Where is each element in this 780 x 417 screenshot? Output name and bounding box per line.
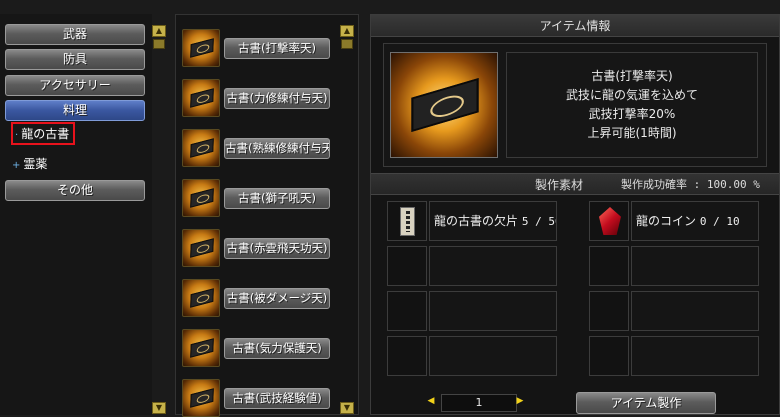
item-desc-line: 武技に龍の気運を込めて bbox=[565, 88, 698, 102]
subitem-dragon-old-book[interactable]: · 龍の古書 bbox=[10, 122, 76, 145]
item-description: 古書(打撃率天) 武技に龍の気運を込めて 武技打撃率20% 上昇可能(1時間) bbox=[506, 52, 758, 158]
scroll-up-icon[interactable]: ▲ bbox=[340, 25, 354, 37]
category-armor-button[interactable]: 防具 bbox=[5, 49, 145, 70]
recipe-row[interactable]: 古書(力修練付与天) bbox=[182, 79, 332, 117]
craft-footer: ◀ 1 ▶ アイテム製作 bbox=[371, 390, 779, 416]
recipe-label[interactable]: 古書(打撃率天) bbox=[224, 38, 330, 59]
item-info-header: アイテム情報 bbox=[371, 15, 779, 37]
scroll-up-icon[interactable]: ▲ bbox=[152, 25, 166, 37]
scroll-down-icon[interactable]: ▼ bbox=[152, 402, 166, 414]
item-name: 古書(打撃率天) bbox=[591, 69, 673, 83]
recipe-row[interactable]: 古書(被ダメージ天) bbox=[182, 279, 332, 317]
material-slot-empty bbox=[387, 246, 557, 286]
category-other-button[interactable]: その他 bbox=[5, 180, 145, 201]
scroll-thumb[interactable] bbox=[153, 39, 165, 49]
recipe-label[interactable]: 古書(力修練付与天) bbox=[224, 88, 330, 109]
category-scrollbar[interactable]: ▲ ▼ bbox=[152, 25, 166, 415]
success-rate: 製作成功確率 : 100.00 % bbox=[621, 178, 760, 191]
material-slot-empty bbox=[589, 291, 759, 331]
item-info-box: 古書(打撃率天) 武技に龍の気運を込めて 武技打撃率20% 上昇可能(1時間) bbox=[383, 43, 767, 167]
quantity-field[interactable]: 1 bbox=[441, 394, 517, 412]
material-slot-empty bbox=[589, 336, 759, 376]
item-desc-line: 上昇可能(1時間) bbox=[587, 126, 677, 140]
bullet-icon: · bbox=[15, 130, 19, 141]
material-count: 0 / 10 bbox=[699, 215, 740, 228]
material-slot-empty bbox=[387, 291, 557, 331]
old-book-large-icon bbox=[390, 52, 498, 158]
category-weapons-button[interactable]: 武器 bbox=[5, 24, 145, 45]
recipe-label[interactable]: 古書(被ダメージ天) bbox=[224, 288, 330, 309]
old-book-icon bbox=[182, 29, 220, 67]
scroll-down-icon[interactable]: ▼ bbox=[340, 402, 354, 414]
material-name: 龍のコイン bbox=[636, 214, 697, 228]
decrease-quantity-icon[interactable]: ◀ bbox=[426, 396, 436, 406]
category-accessories-button[interactable]: アクセサリー bbox=[5, 75, 145, 96]
recipe-row[interactable]: 古書(武技経験値) bbox=[182, 379, 332, 417]
recipe-row[interactable]: 古書(打撃率天) bbox=[182, 29, 332, 67]
recipe-label[interactable]: 古書(熟練修練付与天) bbox=[224, 138, 330, 159]
recipe-row[interactable]: 古書(赤雲飛天功天) bbox=[182, 229, 332, 267]
recipe-label[interactable]: 古書(気力保護天) bbox=[224, 338, 330, 359]
scroll-thumb[interactable] bbox=[341, 39, 353, 49]
old-book-icon bbox=[182, 329, 220, 367]
old-book-icon bbox=[182, 229, 220, 267]
red-gem-icon bbox=[589, 201, 629, 241]
materials-header: 製作素材 製作成功確率 : 100.00 % bbox=[371, 173, 779, 195]
material-count: 5 / 50 bbox=[521, 215, 556, 228]
subitem-label: 霊薬 bbox=[23, 157, 48, 171]
craft-item-button[interactable]: アイテム製作 bbox=[576, 392, 716, 414]
category-panel: 武器 防具 アクセサリー 料理 · 龍の古書 + 霊薬 その他 bbox=[0, 14, 152, 415]
old-book-icon bbox=[182, 279, 220, 317]
old-book-icon bbox=[182, 79, 220, 117]
recipe-label[interactable]: 古書(赤雲飛天功天) bbox=[224, 238, 330, 259]
recipe-row[interactable]: 古書(熟練修練付与天) bbox=[182, 129, 332, 167]
old-book-icon bbox=[182, 179, 220, 217]
material-slot-empty bbox=[589, 246, 759, 286]
recipe-row[interactable]: 古書(獅子吼天) bbox=[182, 179, 332, 217]
item-info-panel: アイテム情報 古書(打撃率天) 武技に龍の気運を込めて 武技打撃率20% 上昇可… bbox=[370, 14, 780, 415]
old-book-icon bbox=[182, 379, 220, 417]
recipe-row[interactable]: 古書(気力保護天) bbox=[182, 329, 332, 367]
material-slot[interactable]: 龍の古書の欠片 5 / 50 bbox=[387, 201, 557, 241]
old-book-icon bbox=[182, 129, 220, 167]
increase-quantity-icon[interactable]: ▶ bbox=[515, 396, 525, 406]
expand-plus-icon: + bbox=[12, 160, 21, 171]
scroll-fragment-icon bbox=[387, 201, 427, 241]
recipe-scrollbar[interactable]: ▲ ▼ bbox=[340, 25, 354, 415]
subitem-elixir[interactable]: + 霊薬 bbox=[12, 155, 47, 172]
category-cooking-button[interactable]: 料理 bbox=[5, 100, 145, 121]
subitem-label: 龍の古書 bbox=[21, 127, 70, 141]
recipe-label[interactable]: 古書(武技経験値) bbox=[224, 388, 330, 409]
item-desc-line: 武技打撃率20% bbox=[588, 107, 676, 121]
recipe-label[interactable]: 古書(獅子吼天) bbox=[224, 188, 330, 209]
material-name: 龍の古書の欠片 bbox=[434, 214, 519, 228]
recipe-list: 古書(打撃率天) 古書(力修練付与天) 古書(熟練修練付与天) 古書(獅子吼天)… bbox=[175, 14, 359, 417]
materials-label: 製作素材 bbox=[535, 178, 584, 192]
material-slot[interactable]: 龍のコイン 0 / 10 bbox=[589, 201, 759, 241]
material-slot-empty bbox=[387, 336, 557, 376]
